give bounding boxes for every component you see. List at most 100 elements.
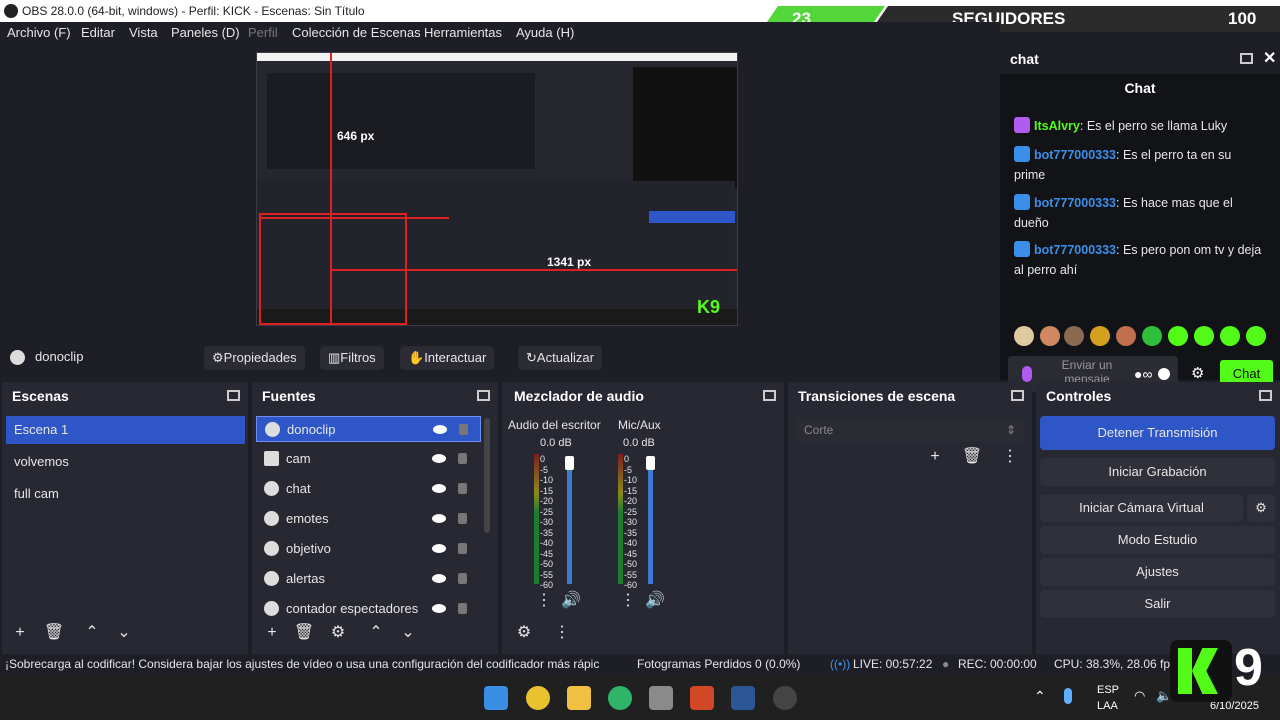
menu-editar[interactable]: Editar	[81, 22, 115, 44]
float-icon[interactable]	[763, 390, 776, 401]
wifi-icon[interactable]: ◠	[1134, 688, 1145, 704]
add-transition-button[interactable]: +	[923, 446, 947, 468]
eye-icon[interactable]	[433, 425, 447, 434]
float-icon[interactable]	[1240, 53, 1253, 64]
properties-button[interactable]: ⚙Propiedades	[204, 346, 305, 370]
emote-icon[interactable]	[1090, 326, 1110, 346]
volume-fader-knob[interactable]	[646, 456, 655, 470]
eye-icon[interactable]	[432, 454, 446, 463]
settings-button[interactable]: Ajustes	[1040, 558, 1275, 586]
emote-icon[interactable]	[1168, 326, 1188, 346]
volume-fader-knob[interactable]	[565, 456, 574, 470]
volume-fader[interactable]	[648, 462, 653, 584]
menu-perfil[interactable]: Perfil	[248, 22, 278, 44]
chrome-icon[interactable]	[526, 686, 550, 710]
emote-icon[interactable]	[1220, 326, 1240, 346]
transition-menu-button[interactable]: ⋮	[998, 446, 1022, 468]
virtual-camera-button[interactable]: Iniciar Cámara Virtual	[1040, 494, 1243, 522]
lock-icon[interactable]	[458, 483, 467, 494]
source-item[interactable]: alertas	[256, 566, 481, 592]
interact-button[interactable]: ✋Interactuar	[400, 346, 495, 370]
virtual-camera-settings-icon[interactable]: ⚙	[1247, 494, 1275, 522]
chat-user[interactable]: ItsAlvry	[1034, 119, 1080, 133]
float-icon[interactable]	[1259, 390, 1272, 401]
lock-icon[interactable]	[458, 603, 467, 614]
move-up-button[interactable]: ⌃	[80, 622, 104, 644]
chevron-up-icon[interactable]: ⌃	[1034, 688, 1046, 705]
menu-ayuda[interactable]: Ayuda (H)	[516, 22, 574, 44]
source-item[interactable]: chat	[256, 476, 481, 502]
source-properties-button[interactable]: ⚙	[326, 622, 350, 644]
move-up-button[interactable]: ⌃	[364, 622, 388, 644]
close-icon[interactable]: ✕	[1263, 44, 1276, 74]
speaker-icon[interactable]: 🔊	[643, 590, 667, 612]
source-item[interactable]: objetivo	[256, 536, 481, 562]
remove-scene-button[interactable]: 🗑	[42, 622, 66, 644]
emoji-icon[interactable]	[1158, 368, 1170, 380]
move-down-button[interactable]: ⌄	[112, 622, 136, 644]
scene-item[interactable]: Escena 1	[6, 416, 245, 444]
lock-icon[interactable]	[459, 424, 468, 435]
source-item[interactable]: cam	[256, 446, 481, 472]
lock-icon[interactable]	[458, 573, 467, 584]
add-source-button[interactable]: +	[260, 622, 284, 644]
refresh-button[interactable]: ↻Actualizar	[518, 346, 602, 370]
add-scene-button[interactable]: +	[8, 622, 32, 644]
menu-herramientas[interactable]: Herramientas	[424, 22, 502, 44]
word-icon[interactable]	[731, 686, 755, 710]
file-explorer-icon[interactable]	[567, 686, 591, 710]
preview-selection-box[interactable]	[259, 213, 407, 325]
channel-menu-button[interactable]: ⋮	[532, 590, 556, 612]
source-item[interactable]: emotes	[256, 506, 481, 532]
exit-button[interactable]: Salir	[1040, 590, 1275, 618]
eye-icon[interactable]	[432, 604, 446, 613]
chat-user[interactable]: bot777000333	[1034, 148, 1116, 162]
mixer-settings-button[interactable]: ⚙	[512, 622, 536, 644]
scene-item[interactable]: full cam	[6, 480, 245, 508]
obs-icon[interactable]	[773, 686, 797, 710]
filters-button[interactable]: ▥Filtros	[320, 346, 384, 370]
emote-icon[interactable]	[1194, 326, 1214, 346]
scene-item[interactable]: volvemos	[6, 448, 245, 476]
lock-icon[interactable]	[458, 453, 467, 464]
start-recording-button[interactable]: Iniciar Grabación	[1040, 458, 1275, 486]
eye-icon[interactable]	[432, 514, 446, 523]
menu-archivo[interactable]: Archivo (F)	[7, 22, 71, 44]
language-code[interactable]: ESP	[1097, 684, 1119, 696]
emote-icon[interactable]	[1040, 326, 1060, 346]
edge-icon[interactable]	[608, 686, 632, 710]
emote-icon[interactable]	[1064, 326, 1084, 346]
mic-tray-icon[interactable]	[1064, 688, 1072, 704]
sources-scrollbar[interactable]	[484, 418, 490, 533]
keyboard-layout[interactable]: LAA	[1097, 700, 1118, 712]
calculator-icon[interactable]	[649, 686, 673, 710]
emote-icon[interactable]	[1142, 326, 1162, 346]
studio-mode-button[interactable]: Modo Estudio	[1040, 526, 1275, 554]
float-icon[interactable]	[227, 390, 240, 401]
speaker-icon[interactable]: 🔊	[559, 590, 583, 612]
emote-icon[interactable]	[1014, 326, 1034, 346]
windows-start-icon[interactable]	[484, 686, 508, 710]
powerpoint-icon[interactable]	[690, 686, 714, 710]
mixer-menu-button[interactable]: ⋮	[550, 622, 574, 644]
channel-menu-button[interactable]: ⋮	[616, 590, 640, 612]
emote-icon[interactable]	[1246, 326, 1266, 346]
stop-stream-button[interactable]: Detener Transmisión	[1040, 416, 1275, 450]
menu-vista[interactable]: Vista	[129, 22, 158, 44]
chat-user[interactable]: bot777000333	[1034, 196, 1116, 210]
volume-fader[interactable]	[567, 462, 572, 584]
source-item[interactable]: donoclip	[256, 416, 481, 442]
eye-icon[interactable]	[432, 484, 446, 493]
lock-icon[interactable]	[458, 543, 467, 554]
preview-canvas[interactable]: 646 px 1341 px K9	[256, 52, 738, 326]
source-item[interactable]: contador espectadores	[256, 596, 481, 622]
transition-select[interactable]: Corte ⇕	[796, 418, 1024, 442]
menu-paneles[interactable]: Paneles (D)	[171, 22, 240, 44]
lock-icon[interactable]	[458, 513, 467, 524]
eye-icon[interactable]	[432, 544, 446, 553]
menu-coleccion-escenas[interactable]: Colección de Escenas	[292, 22, 421, 44]
eye-icon[interactable]	[432, 574, 446, 583]
users-icon[interactable]: ●∞	[1134, 366, 1152, 382]
float-icon[interactable]	[1011, 390, 1024, 401]
remove-transition-button[interactable]: 🗑	[960, 446, 984, 468]
